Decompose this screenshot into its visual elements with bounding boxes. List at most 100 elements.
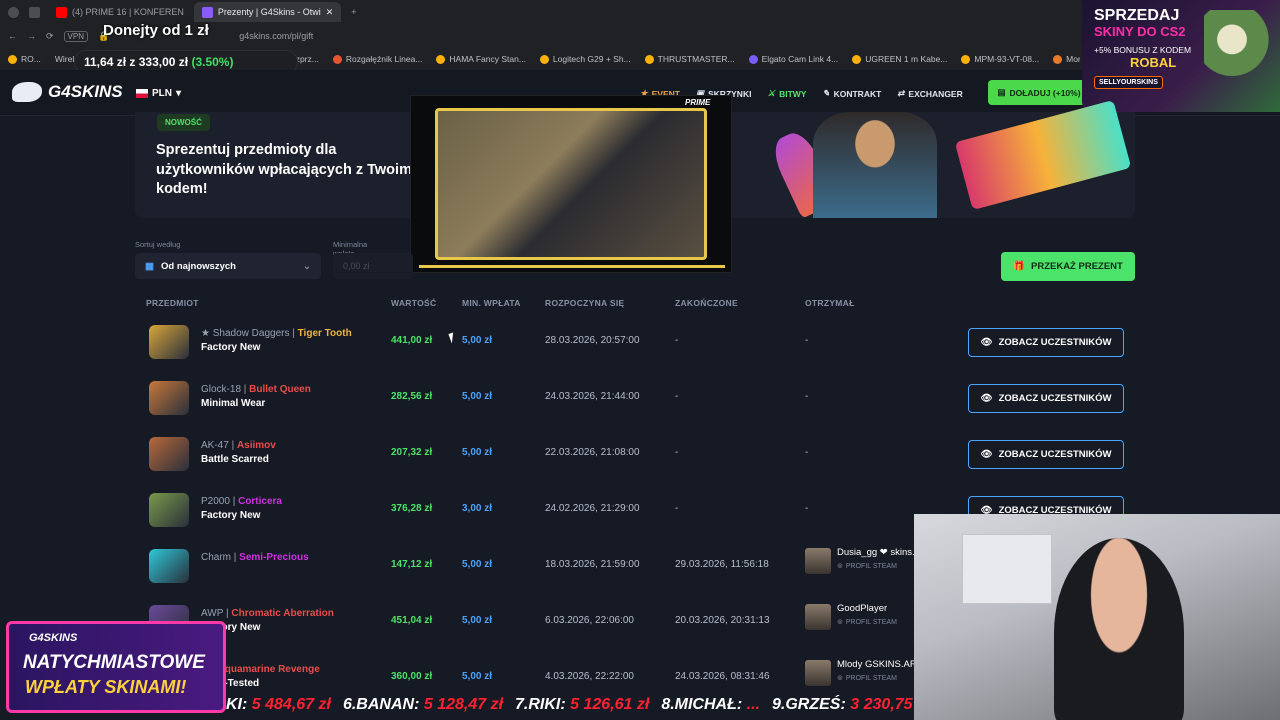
item-value: 147,12 zł: [391, 559, 433, 570]
tab-strip: (4) PRIME 16 | KONFEREN Prezenty | G4Ski…: [0, 0, 1080, 24]
item-image: [149, 549, 189, 583]
start-date: 28.03.2026, 20:57:00: [545, 335, 640, 346]
nav-kontrakt[interactable]: ✎ KONTRAKT: [822, 88, 881, 99]
exchange-icon: ⇄: [897, 88, 905, 98]
item-value: 282,56 zł: [391, 391, 433, 402]
wolf-logo-icon: [12, 82, 42, 102]
prime-tag: PRIME: [685, 98, 711, 107]
back-icon[interactable]: ←: [8, 31, 17, 41]
g4skins-logo[interactable]: G4SKINS: [12, 82, 123, 102]
ticker-entry: KI: 5 484,67 zł: [226, 696, 331, 713]
currency-selector[interactable]: PLN ▾: [136, 88, 181, 99]
sort-select[interactable]: ▦ Od najnowszych ⌄: [135, 253, 321, 279]
webcam-overlay: [914, 514, 1280, 720]
steam-profile-link[interactable]: ⊚ PROFIL STEAM: [837, 618, 897, 627]
item-min-deposit: 3,00 zł: [462, 503, 493, 514]
end-date: 29.03.2026, 11:56:18: [675, 559, 769, 570]
agent-artwork: [813, 112, 937, 218]
tab-youtube[interactable]: (4) PRIME 16 | KONFEREN: [48, 2, 192, 22]
pen-icon: ✎: [822, 88, 830, 98]
new-badge: NOWOŚĆ: [157, 114, 210, 131]
table-row: ★ Shadow Daggers | Tiger Tooth Factory Ne…: [135, 315, 1135, 371]
bookmark-item[interactable]: Elgato Cam Link 4...: [748, 54, 838, 64]
header-receiver: OTRZYMAŁ: [805, 298, 855, 308]
receiver-cell[interactable]: Dusia_gg ❤ skins... ⊚ PROFIL STEAM: [805, 545, 920, 585]
receiver-cell: -: [805, 335, 809, 346]
see-participants-button[interactable]: 👁 ZOBACZ UCZESTNIKÓW: [968, 384, 1124, 413]
new-tab-button[interactable]: +: [343, 2, 364, 22]
item-value: 376,28 zł: [391, 503, 433, 514]
bookmark-item[interactable]: RO...: [8, 54, 41, 64]
see-participants-button[interactable]: 👁 ZOBACZ UCZESTNIKÓW: [968, 328, 1124, 357]
banner-title: Sprezentuj przedmioty dla użytkowników w…: [156, 142, 412, 197]
gift-icon: 🎁: [1013, 261, 1025, 272]
receiver-cell: -: [805, 503, 809, 514]
donate-goal-title: Donejty od 1 zł: [103, 22, 209, 39]
receiver-cell: -: [805, 447, 809, 458]
bookmark-item[interactable]: THRUSTMASTER...: [644, 54, 735, 64]
avatar: [805, 604, 831, 630]
item-name: AK-47 | Asiimov: [201, 440, 276, 451]
bookmark-item[interactable]: Logitech G29 + Sh...: [539, 54, 631, 64]
eye-icon: 👁: [980, 337, 993, 348]
table-row: AK-47 | Asiimov Battle Scarred 207,32 zł 5…: [135, 427, 1135, 483]
browser-menu-icon[interactable]: [8, 6, 19, 18]
start-date: 22.03.2026, 21:08:00: [545, 447, 640, 458]
end-date: -: [675, 391, 679, 402]
bookmark-item[interactable]: Monitor A...: [1053, 54, 1080, 64]
end-date: -: [675, 335, 679, 346]
ticker-entry: 7.RIKI: 5 126,61 zł: [515, 696, 650, 713]
close-tab-icon[interactable]: ✕: [326, 7, 334, 18]
steam-profile-link[interactable]: ⊚ PROFIL STEAM: [837, 562, 920, 571]
workspaces-icon[interactable]: [29, 6, 40, 18]
end-date: -: [675, 447, 679, 458]
item-name: Glock-18 | Bullet Queen: [201, 384, 311, 395]
avatar: [805, 660, 831, 686]
url-bar[interactable]: g4skins.com/pl/gift: [239, 31, 313, 41]
bookmark-item[interactable]: UGREEN 1 m Kabe...: [852, 54, 947, 64]
calendar-icon: ▦: [145, 260, 154, 272]
nav-exchanger[interactable]: ⇄ EXCHANGER: [897, 88, 962, 99]
header-min-deposit: MIN. WPŁATA: [462, 298, 521, 308]
receiver-name: GoodPlayer: [837, 603, 888, 614]
receiver-cell: -: [805, 391, 809, 402]
ticker-entry: 9.GRZEŚ: 3 230,75 zł: [771, 696, 914, 713]
receiver-name: Dusia_gg ❤ skins...: [837, 547, 920, 558]
top-up-button[interactable]: ▤ DOŁADUJ (+10%): [988, 80, 1090, 105]
wallet-icon: ▤: [997, 87, 1006, 97]
header-end: ZAKOŃCZONE: [675, 298, 738, 308]
bookmark-item[interactable]: HAMA Fancy Stan...: [436, 54, 526, 64]
swords-icon: ⚔: [767, 88, 776, 98]
header-start: ROZPOCZYNA SIĘ: [545, 298, 625, 308]
video-bar: [419, 265, 725, 268]
tab-g4skins[interactable]: Prezenty | G4Skins - Otwi ✕: [193, 2, 342, 22]
item-wear: Factory New: [201, 342, 261, 353]
end-date: -: [675, 503, 679, 514]
bookmark-item[interactable]: MPM-93-VT-08...: [961, 54, 1039, 64]
item-min-deposit: 5,00 zł: [462, 447, 493, 458]
chevron-down-icon: ⌄: [303, 260, 311, 272]
start-date: 24.03.2026, 21:44:00: [545, 391, 640, 402]
bookmark-item[interactable]: Rozgałęźnik Linea...: [332, 54, 422, 64]
forward-icon[interactable]: →: [27, 31, 36, 41]
header-item: PRZEDMIOT: [146, 298, 199, 308]
nav-bitwy[interactable]: ⚔ BITWY: [767, 88, 806, 99]
end-date: 24.03.2026, 08:31:46: [675, 671, 770, 682]
item-image: [149, 381, 189, 415]
video-frame: [435, 108, 707, 260]
item-value: 441,00 zł: [391, 335, 433, 346]
g4skins-icon: [201, 6, 213, 18]
sponsor-ad: SPRZEDAJ SKINY DO CS2 +5% BONUSU Z KODEM…: [1082, 0, 1280, 112]
streamer-image: [1054, 538, 1184, 720]
give-gift-button[interactable]: 🎁 PRZEKAŻ PREZENT: [1001, 252, 1135, 281]
item-min-deposit: 5,00 zł: [462, 559, 493, 570]
see-participants-button[interactable]: 👁 ZOBACZ UCZESTNIKÓW: [968, 440, 1124, 469]
start-date: 4.03.2026, 22:22:00: [545, 671, 634, 682]
pistol-artwork: [954, 99, 1132, 211]
vpn-badge[interactable]: VPN: [63, 30, 88, 42]
receiver-cell[interactable]: GoodPlayer ⊚ PROFIL STEAM: [805, 601, 897, 641]
reload-icon[interactable]: ⟳: [46, 31, 54, 42]
min-deposit-input[interactable]: 0,00 zł: [333, 253, 413, 279]
item-min-deposit: 5,00 zł: [462, 615, 493, 626]
ticker-entry: 6.BANAN: 5 128,47 zł: [342, 696, 504, 713]
